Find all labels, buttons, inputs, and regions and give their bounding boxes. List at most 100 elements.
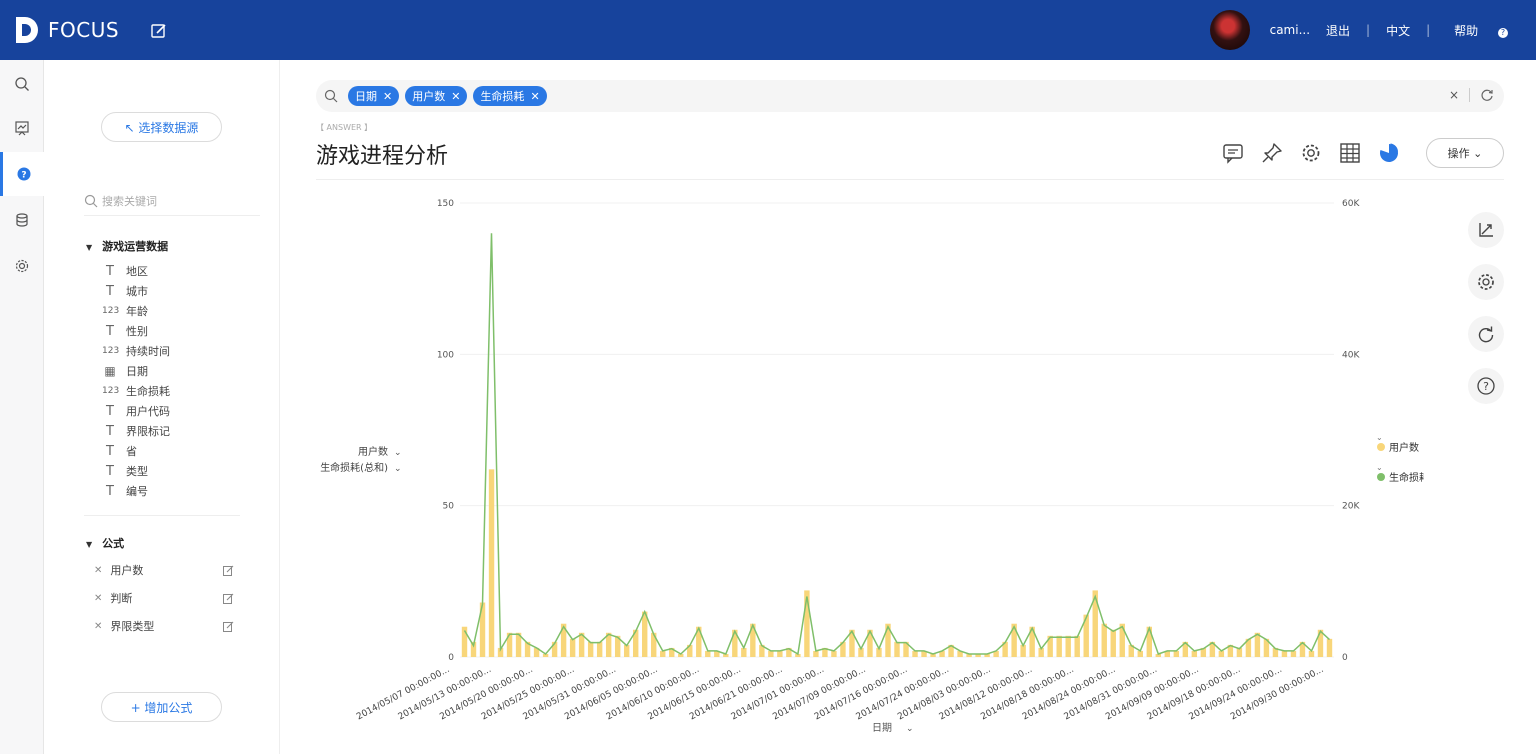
- database-icon: [16, 213, 28, 227]
- comment-icon[interactable]: [1222, 142, 1244, 164]
- field-label: 编号: [126, 485, 148, 498]
- field-item[interactable]: 123 持续时间: [102, 341, 170, 361]
- chevron-down-icon: ⌄: [1473, 146, 1483, 160]
- chart-settings-button[interactable]: [1468, 264, 1504, 300]
- field-item[interactable]: T 城市: [102, 281, 148, 301]
- logo[interactable]: FOCUS: [14, 15, 119, 45]
- user-name[interactable]: cami...: [1270, 23, 1310, 37]
- legend-swatch: [1377, 443, 1385, 451]
- left-axis-label: 用户数: [358, 445, 388, 458]
- pin-icon[interactable]: [1261, 142, 1283, 164]
- legend-label: 用户数: [1389, 441, 1419, 454]
- field-item[interactable]: T 性别: [102, 321, 148, 341]
- field-item[interactable]: ▦ 日期: [102, 361, 148, 381]
- field-item[interactable]: T 编号: [102, 481, 148, 501]
- language-link[interactable]: 中文: [1386, 22, 1410, 39]
- dashboard-icon: [15, 121, 29, 136]
- field-item[interactable]: 123 生命损耗: [102, 381, 170, 401]
- bar: [813, 650, 819, 657]
- help-icon: ?: [1477, 377, 1495, 395]
- bar: [569, 638, 576, 657]
- rail-question-button[interactable]: ?: [0, 152, 44, 196]
- edit-formula-icon[interactable]: [223, 593, 234, 604]
- bar: [660, 650, 666, 657]
- answer-label: 【 ANSWER 】: [316, 123, 373, 132]
- main-area: 日期 ✕ 用户数 ✕ 生命损耗 ✕ × 【 ANSWER 】 游戏进程分析 操作 ⌄ …: [284, 60, 1536, 754]
- rail-dashboard-button[interactable]: [0, 106, 44, 150]
- data-panel: ↖ 选择数据源 搜索关键词 ▼ 游戏运营数据 T 地区 T 城市 123 年龄 T 性别 123 持…: [44, 60, 280, 754]
- search-icon: [84, 194, 98, 207]
- edit-icon[interactable]: [150, 22, 168, 40]
- delete-formula-icon[interactable]: ✕: [94, 565, 102, 576]
- tag-label: 日期: [355, 90, 377, 103]
- brand-name: FOCUS: [48, 18, 120, 42]
- separator: |: [1426, 23, 1431, 37]
- keyword-search[interactable]: 搜索关键词: [84, 186, 260, 216]
- collapse-triangle-icon: ▼: [86, 540, 93, 549]
- delete-formula-icon[interactable]: ✕: [94, 593, 102, 604]
- refresh-icon[interactable]: [1480, 88, 1494, 102]
- field-item[interactable]: 123 年龄: [102, 301, 148, 321]
- y-tick-label-left: 0: [448, 653, 454, 663]
- field-label: 性别: [126, 325, 148, 338]
- search-tag-life-loss[interactable]: 生命损耗 ✕: [473, 86, 547, 106]
- group-formula-title: 公式: [102, 537, 125, 550]
- rail-search-button[interactable]: [0, 62, 44, 106]
- avatar[interactable]: [1209, 10, 1250, 50]
- field-item[interactable]: T 用户代码: [102, 401, 170, 421]
- choose-datasource-button[interactable]: ↖ 选择数据源: [101, 112, 222, 142]
- bar: [1065, 635, 1071, 657]
- divider: [84, 515, 240, 516]
- number-type-icon: 123: [102, 346, 120, 356]
- formula-item[interactable]: ✕ 判断: [94, 588, 234, 608]
- text-type-icon: T: [106, 423, 114, 439]
- field-item[interactable]: T 界限标记: [102, 421, 170, 441]
- text-type-icon: T: [106, 483, 114, 499]
- gear-icon: [1478, 274, 1494, 290]
- search-tag-date[interactable]: 日期 ✕: [348, 86, 400, 106]
- y-tick-label-right: 20K: [1342, 502, 1360, 512]
- add-formula-button[interactable]: + 增加公式: [101, 692, 222, 722]
- field-label: 省: [126, 445, 137, 458]
- y-tick-label-right: 40K: [1342, 350, 1360, 360]
- group-formula[interactable]: ▼ 公式: [86, 535, 124, 551]
- logout-link[interactable]: 退出: [1326, 22, 1350, 39]
- bar: [1191, 650, 1198, 657]
- remove-tag-icon[interactable]: ✕: [451, 90, 460, 103]
- y-tick-label-right: 60K: [1342, 199, 1360, 209]
- group-game-data[interactable]: ▼ 游戏运营数据: [86, 238, 168, 254]
- chart: 150 60K100 40K50 20K0 02014/05/07 00:00:00..…: [320, 199, 1424, 734]
- operations-dropdown[interactable]: 操作 ⌄: [1426, 138, 1504, 168]
- edit-formula-icon[interactable]: [223, 621, 234, 632]
- field-item[interactable]: T 类型: [102, 461, 148, 481]
- field-label: 类型: [126, 465, 148, 478]
- formula-item[interactable]: ✕ 界限类型: [94, 616, 234, 636]
- formula-item[interactable]: ✕ 用户数: [94, 560, 234, 580]
- clear-search-button[interactable]: ×: [1449, 88, 1459, 102]
- field-item[interactable]: T省: [102, 441, 137, 461]
- table-icon[interactable]: [1339, 142, 1361, 164]
- x-axis-label: 日期: [872, 722, 892, 734]
- search-icon: [15, 77, 29, 91]
- separator: |: [1366, 23, 1371, 37]
- search-tag-users[interactable]: 用户数 ✕: [405, 86, 468, 106]
- keyword-search-placeholder: 搜索关键词: [102, 194, 157, 208]
- chart-refresh-button[interactable]: [1468, 316, 1504, 352]
- axis-config-button[interactable]: [1468, 212, 1504, 248]
- search-icon: [324, 89, 338, 103]
- remove-tag-icon[interactable]: ✕: [383, 90, 392, 103]
- remove-tag-icon[interactable]: ✕: [530, 90, 539, 103]
- rail-data-button[interactable]: [0, 198, 44, 242]
- chart-help-button[interactable]: ?: [1468, 368, 1504, 404]
- top-bar: FOCUS cami... 退出 | 中文 | 帮助 ?: [0, 0, 1536, 60]
- settings-icon[interactable]: [1300, 142, 1322, 164]
- field-item[interactable]: T 地区: [102, 261, 148, 281]
- formula-label: 判断: [110, 592, 133, 605]
- pie-chart-icon[interactable]: [1378, 142, 1400, 164]
- search-bar[interactable]: 日期 ✕ 用户数 ✕ 生命损耗 ✕ ×: [316, 80, 1504, 112]
- delete-formula-icon[interactable]: ✕: [94, 621, 102, 632]
- help-link[interactable]: 帮助 ?: [1446, 22, 1516, 39]
- rail-settings-button[interactable]: [0, 244, 44, 288]
- bar: [1326, 638, 1333, 657]
- edit-formula-icon[interactable]: [223, 565, 234, 576]
